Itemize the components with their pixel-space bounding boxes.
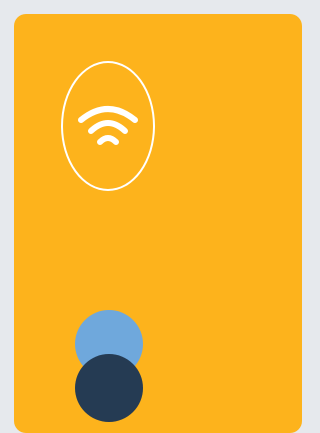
payment-card xyxy=(14,14,302,433)
contactless-wifi-icon xyxy=(78,106,138,145)
contactless-badge xyxy=(61,61,155,191)
dark-navy-circle xyxy=(75,354,143,422)
